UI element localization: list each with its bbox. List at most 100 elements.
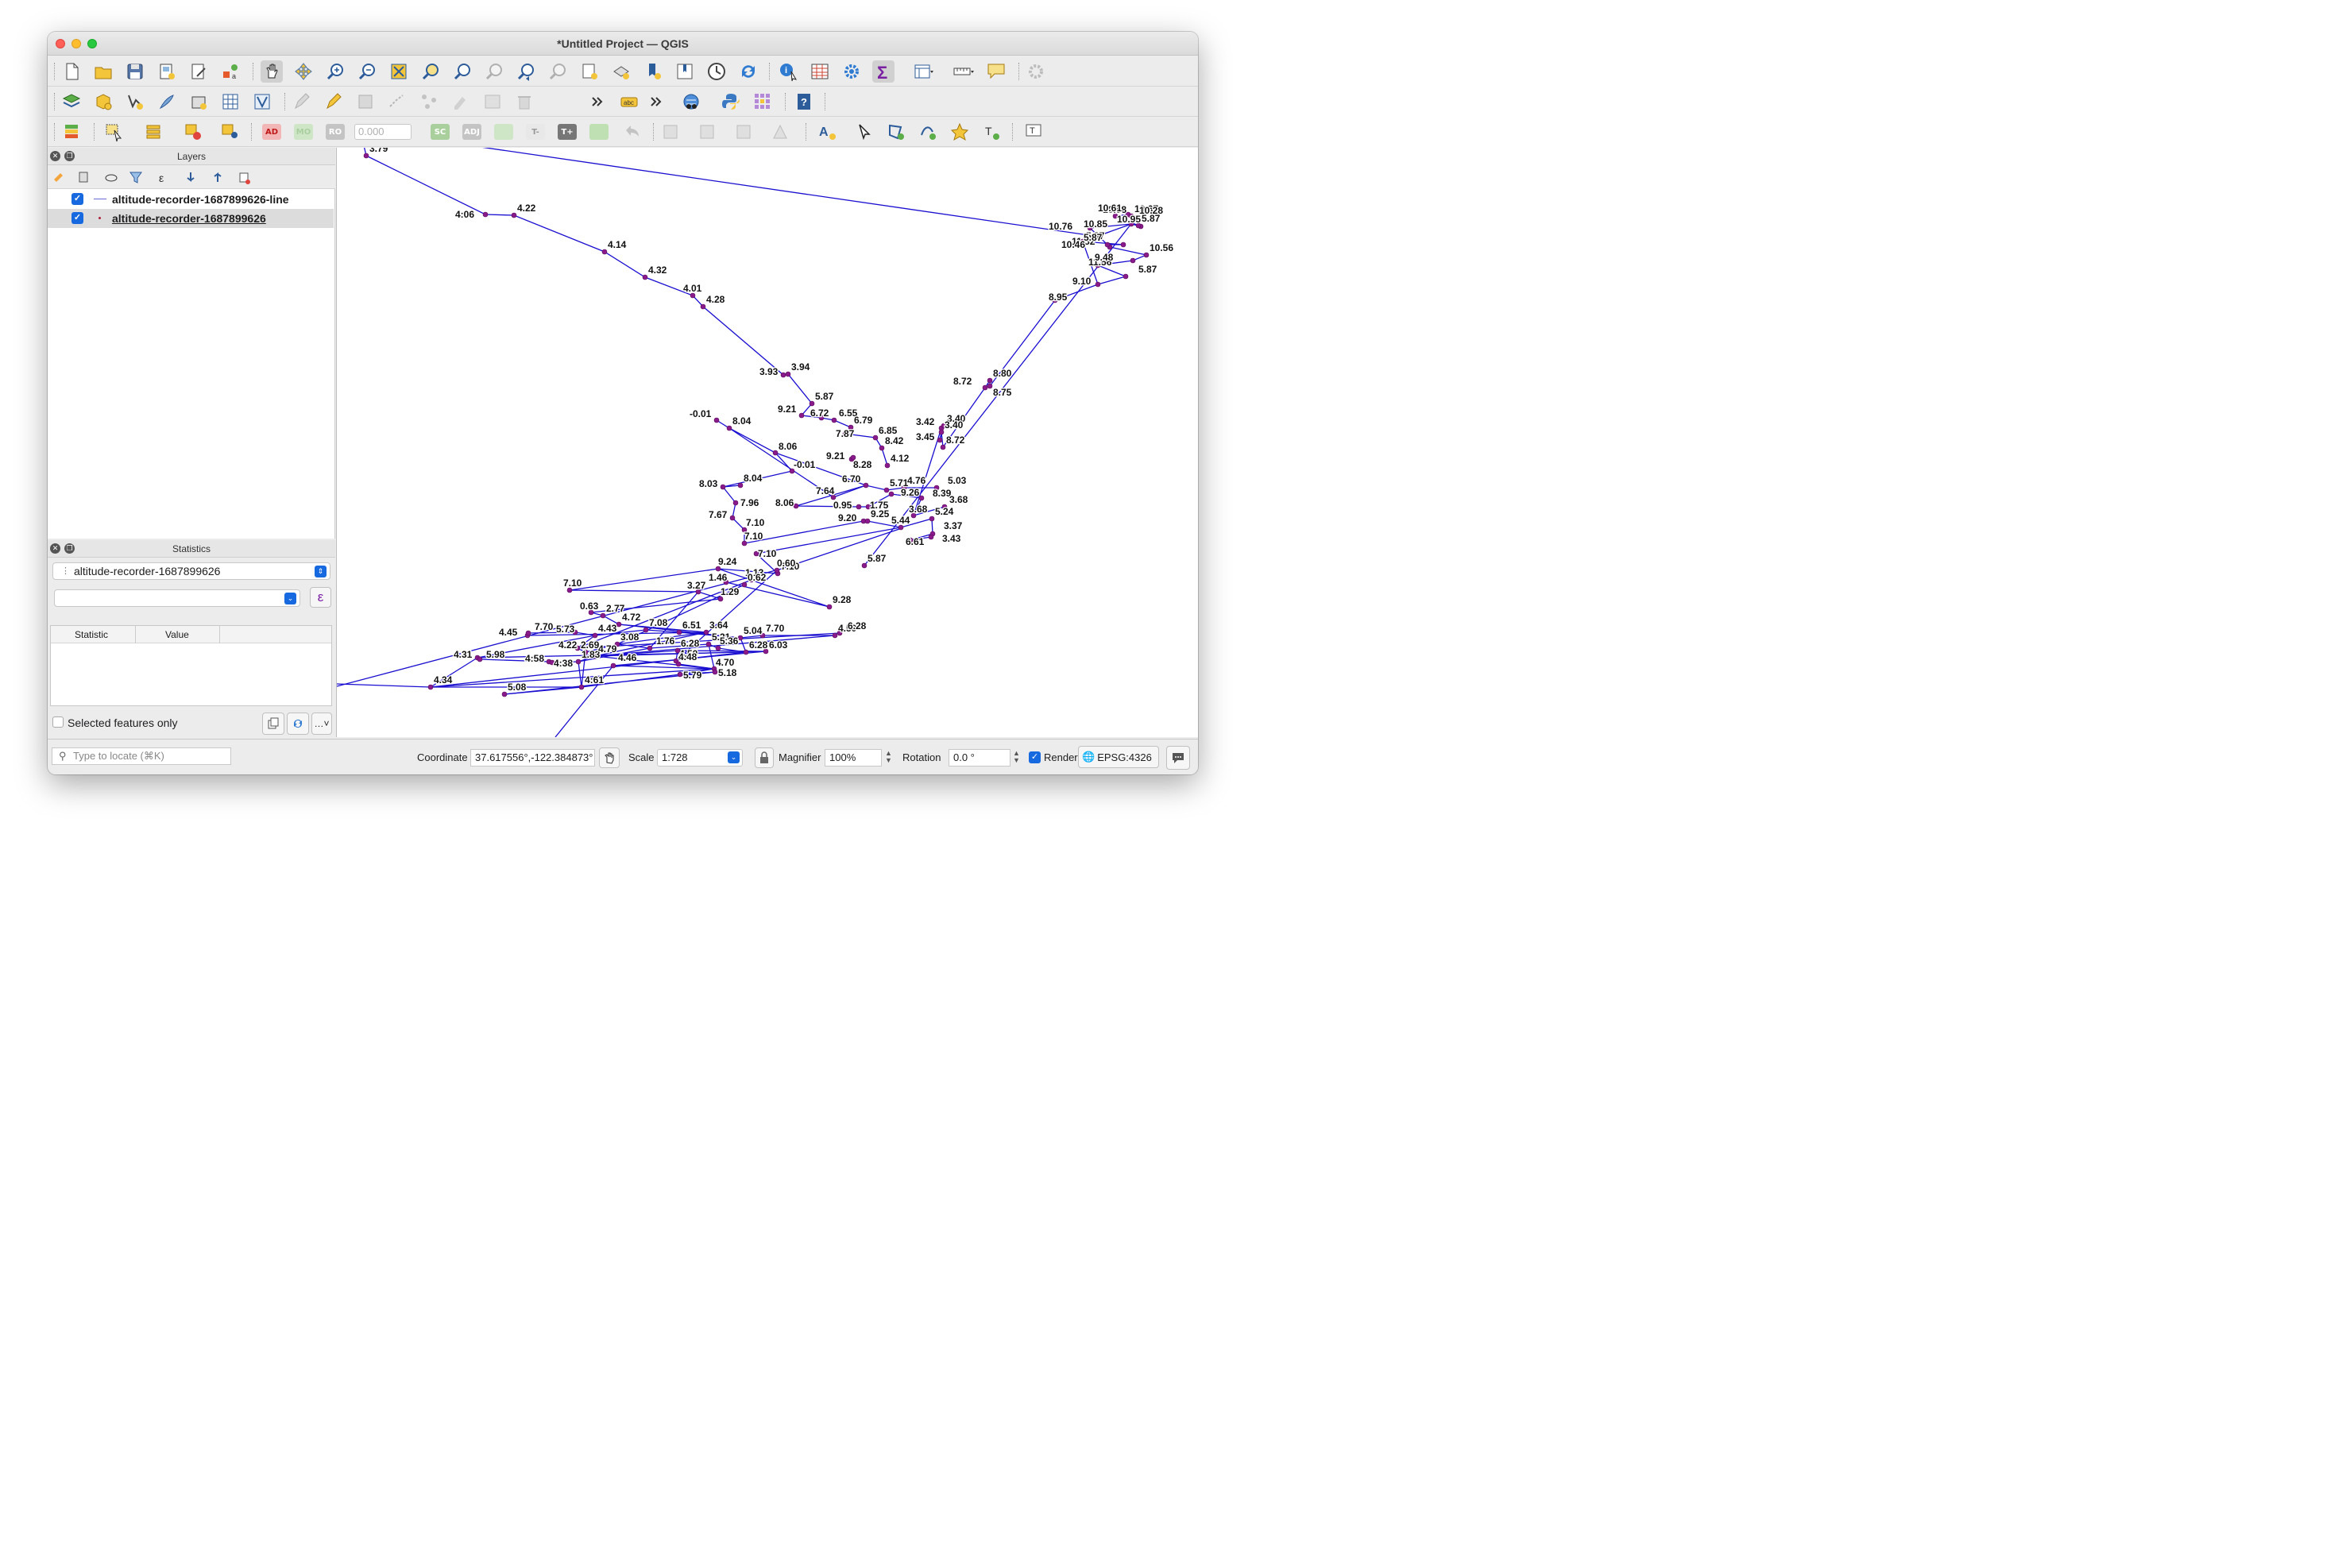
track-point[interactable] [884,462,891,469]
track-point[interactable] [705,641,712,647]
layer-item-points[interactable]: ✓ altitude-recorder-1687899626 [48,209,334,228]
track-point[interactable] [888,491,895,497]
save-project-icon[interactable] [124,60,146,83]
label-pin-icon[interactable] [659,121,682,143]
track-point[interactable] [600,612,606,619]
zoom-full-icon[interactable] [388,60,410,83]
zoom-native-icon[interactable] [483,60,505,83]
scale-select[interactable]: 1:728 ⌄ [657,749,743,767]
track-point[interactable] [511,212,517,218]
track-point[interactable] [575,658,582,665]
digitize-line-icon[interactable] [386,91,408,113]
track-point[interactable] [720,484,726,490]
track-point[interactable] [729,515,736,521]
track-point[interactable] [879,445,885,451]
temporal-controller-icon[interactable] [705,60,728,83]
track-point[interactable] [525,630,531,636]
text-balloon-icon[interactable]: T [1023,121,1045,143]
track-point[interactable] [726,425,732,431]
render-checkbox[interactable]: ✓ [1029,751,1041,763]
zoom-to-selection-icon[interactable] [419,60,442,83]
advanced-digitizing-button[interactable]: AD [262,124,281,140]
zoom-next-icon[interactable] [547,60,569,83]
undo-icon[interactable] [621,121,643,143]
identify-features-icon[interactable]: i [777,60,799,83]
rotation-stepper[interactable]: ▲ ▼ [1013,750,1020,764]
layer-visibility-checkbox[interactable]: ✓ [71,212,83,224]
label-move-icon[interactable] [696,121,718,143]
close-panel-icon[interactable]: ✕ [50,543,60,554]
track-point[interactable] [363,153,369,159]
layer-visibility-checkbox[interactable]: ✓ [71,193,83,205]
map-render[interactable]: 3.79 4:06 4.22 4.14 4.32 4.01 4.28 3.93 3.94 5.87… [337,148,1198,737]
zoom-in-icon[interactable] [324,60,346,83]
pin-button[interactable] [589,124,609,140]
track-point[interactable] [864,518,871,524]
new-spatialite-icon[interactable] [156,91,178,113]
plugins-grid-icon[interactable] [752,91,774,113]
marker-annotation-icon[interactable] [949,121,971,143]
track-point[interactable] [1095,281,1101,288]
track-point[interactable] [677,671,683,678]
track-point[interactable] [982,384,988,391]
track-point[interactable] [772,450,779,456]
track-point[interactable] [477,656,483,662]
track-point[interactable] [809,400,815,407]
mode-button[interactable]: MO [294,124,313,140]
new-bookmark-icon[interactable] [642,60,664,83]
track-point[interactable] [592,632,598,639]
select-features-icon[interactable] [103,121,126,143]
text-annotation-icon[interactable]: A [817,121,839,143]
new-virtual-layer-icon[interactable] [219,91,242,113]
track-point[interactable] [676,629,682,635]
track-point[interactable] [737,482,744,489]
track-point[interactable] [1104,241,1111,248]
track-point[interactable] [780,372,786,378]
coordinate-input[interactable]: 37.617556°,-122.384873° [470,749,595,767]
track-point[interactable] [918,495,925,501]
label-rotate-icon[interactable] [732,121,755,143]
track-point[interactable] [737,635,744,641]
magnifier-input[interactable]: 100% [825,749,882,767]
float-panel-icon[interactable]: ❐ [64,543,75,554]
rotation-input[interactable]: 0.0 ° [949,749,1010,767]
track-point[interactable] [703,629,709,635]
track-point[interactable] [937,437,943,443]
label-change-icon[interactable] [769,121,791,143]
zoom-out-icon[interactable] [356,60,378,83]
map-tips-icon[interactable] [985,60,1007,83]
track-point[interactable] [856,504,862,510]
new-3d-map-icon[interactable] [610,60,632,83]
adjust-button[interactable]: ADJ [462,124,481,140]
new-geopackage-icon[interactable] [92,91,114,113]
line-annotation-icon[interactable] [917,121,939,143]
track-point[interactable] [793,503,799,509]
data-source-manager-icon[interactable] [60,91,83,113]
deselect-features-icon[interactable] [183,121,205,143]
track-point[interactable] [482,211,489,218]
show-bookmarks-icon[interactable] [674,60,696,83]
layer-styling-icon[interactable] [60,121,83,143]
track-point[interactable] [616,621,622,628]
track-point[interactable] [785,371,791,377]
current-edits-icon[interactable] [291,91,313,113]
track-point[interactable] [929,516,935,522]
stats-menu-button[interactable]: …˅ [311,713,332,735]
select-annotation-icon[interactable] [853,121,875,143]
messages-button[interactable] [1166,746,1190,770]
locator-search-input[interactable]: ⚲ Type to locate (⌘K) [52,747,231,765]
measure-line-icon[interactable] [952,60,974,83]
lock-scale-icon[interactable] [755,747,774,768]
track-point[interactable] [861,562,868,569]
track-point[interactable] [700,303,706,310]
new-vector-tile-icon[interactable] [251,91,273,113]
processing-toolbox-icon[interactable] [840,60,863,83]
copy-stats-button[interactable] [262,713,284,735]
layout-icon[interactable] [912,60,934,83]
track-point[interactable] [743,649,749,655]
scale-mode-button[interactable]: SC [431,124,450,140]
save-edits-icon[interactable] [354,91,377,113]
layout-manager-icon[interactable] [187,60,210,83]
plugin-settings-icon[interactable] [1025,60,1047,83]
select-location-icon[interactable] [219,121,242,143]
